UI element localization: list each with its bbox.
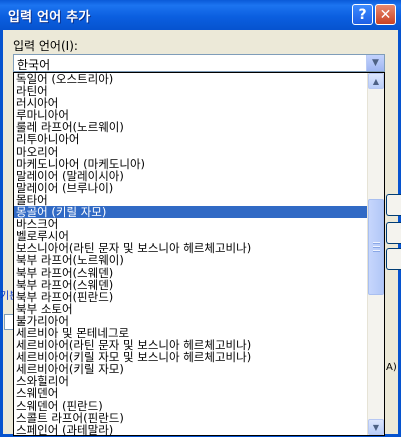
scroll-up-button[interactable]: ▲ bbox=[368, 73, 384, 89]
background-button-fragment bbox=[386, 194, 401, 216]
language-dropdown-list[interactable]: 독일어 (오스트리아) 라틴어 러시아어 루마니아어 룰레 라프어(노르웨이) 리투아니아… bbox=[13, 72, 385, 436]
language-option[interactable]: 스와힐리어 bbox=[14, 375, 368, 387]
language-option[interactable]: 독일어 (오스트리아) bbox=[14, 73, 368, 85]
chevron-down-icon: ▼ bbox=[372, 58, 379, 68]
language-option[interactable]: 루마니아어 bbox=[14, 109, 368, 121]
window-title: 입력 언어 추가 bbox=[8, 10, 91, 25]
language-option[interactable]: 북부 소토어 bbox=[14, 303, 368, 315]
dropdown-toggle-button[interactable]: ▼ bbox=[366, 55, 384, 71]
background-text-fragment: A) bbox=[386, 362, 397, 373]
input-language-label: 입력 언어(I): bbox=[13, 39, 78, 53]
scrollbar-thumb[interactable] bbox=[368, 199, 384, 295]
close-icon: ✕ bbox=[379, 6, 392, 23]
help-button[interactable]: ? bbox=[352, 4, 373, 25]
language-option[interactable]: 룰레 라프어(노르웨이) bbox=[14, 121, 368, 133]
language-option[interactable]: 세르비아어(키릴 자모 및 보스니아 헤르체고비나) bbox=[14, 351, 368, 363]
thumb-grip-line bbox=[373, 246, 380, 248]
language-option[interactable]: 라틴어 bbox=[14, 85, 368, 97]
language-option[interactable]: 마케도니아어 (마케도니아) bbox=[14, 158, 368, 170]
language-option[interactable]: 바스크어 bbox=[14, 218, 368, 230]
language-option[interactable]: 스콜트 라프어(핀란드) bbox=[14, 412, 368, 424]
language-option[interactable]: 마오리어 bbox=[14, 146, 368, 158]
language-option[interactable]: 스웨덴어 (핀란드) bbox=[14, 400, 368, 412]
language-option[interactable]: 리투아니아어 bbox=[14, 133, 368, 145]
language-option[interactable]: 세르비아어(라틴 문자 및 보스니아 헤르체고비나) bbox=[14, 339, 368, 351]
language-option[interactable]: 북부 라프어(스웨덴) bbox=[14, 267, 368, 279]
language-option[interactable]: 북부 라프어(핀란드) bbox=[14, 291, 368, 303]
background-button-fragment bbox=[386, 222, 401, 244]
language-option[interactable]: 몰타어 bbox=[14, 194, 368, 206]
vertical-scrollbar[interactable]: ▲ ▼ bbox=[367, 73, 384, 435]
arrow-up-icon: ▲ bbox=[372, 76, 380, 86]
language-options: 독일어 (오스트리아) 라틴어 러시아어 루마니아어 룰레 라프어(노르웨이) 리투아니아… bbox=[14, 73, 368, 435]
close-button[interactable]: ✕ bbox=[375, 4, 396, 25]
language-option[interactable]: 몽골어 (키릴 자모) bbox=[14, 206, 368, 219]
input-language-select[interactable]: 한국어 ▼ bbox=[13, 54, 385, 72]
language-option[interactable]: 불가리아어 bbox=[14, 315, 368, 327]
help-icon: ? bbox=[358, 6, 367, 23]
language-option[interactable]: 러시아어 bbox=[14, 97, 368, 109]
language-option[interactable]: 북부 라프어(노르웨이) bbox=[14, 254, 368, 266]
scroll-down-button[interactable]: ▼ bbox=[368, 419, 384, 435]
language-option[interactable]: 벨로루시어 bbox=[14, 230, 368, 242]
thumb-grip-line bbox=[373, 250, 380, 252]
input-language-value: 한국어 bbox=[17, 58, 51, 72]
title-bar[interactable]: 입력 언어 추가 ? ✕ bbox=[0, 0, 401, 30]
arrow-down-icon: ▼ bbox=[372, 422, 380, 432]
language-option[interactable]: 세르비아 및 몬테네그로 bbox=[14, 327, 368, 339]
language-option[interactable]: 세르비아어(키릴 자모) bbox=[14, 363, 368, 375]
language-option[interactable]: 보스니아어(라틴 문자 및 보스니아 헤르체고비나) bbox=[14, 242, 368, 254]
language-option[interactable]: 북부 라프어(스웨덴) bbox=[14, 279, 368, 291]
thumb-grip-line bbox=[373, 242, 380, 244]
language-option[interactable]: 말레이어 (브루나이) bbox=[14, 182, 368, 194]
language-option[interactable]: 말레이어 (말레이시아) bbox=[14, 170, 368, 182]
background-button-fragment bbox=[386, 248, 401, 270]
language-option[interactable]: 스웨덴어 bbox=[14, 387, 368, 399]
language-option[interactable]: 스페인어 (과테말라) bbox=[14, 424, 368, 435]
